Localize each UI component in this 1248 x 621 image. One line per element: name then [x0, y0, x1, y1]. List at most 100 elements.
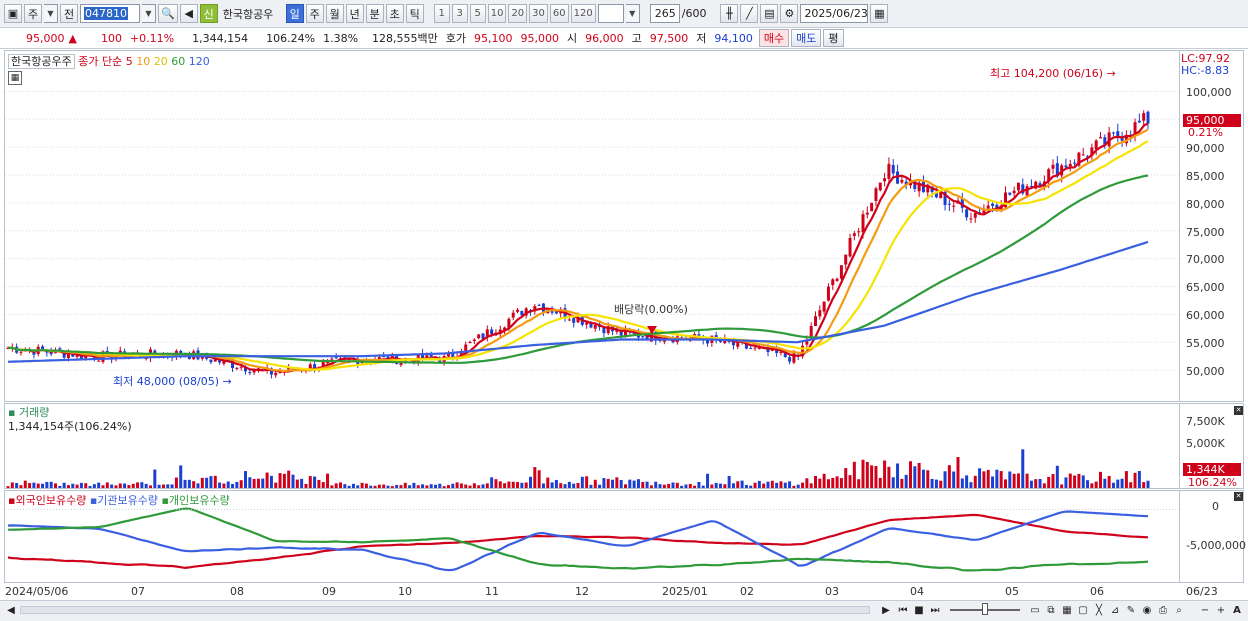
low-label: 저 [696, 32, 707, 45]
change-value: 100 [100, 31, 122, 45]
price-value: 95,000 [26, 31, 65, 45]
x-label: 06 [1090, 585, 1104, 598]
window-icon[interactable]: ▢ [1076, 603, 1090, 617]
search-icon[interactable]: 🔍 [158, 4, 178, 23]
candle-style-icon[interactable]: ╫ [720, 4, 739, 23]
hoga-label: 호가 [445, 32, 467, 45]
volume-value: 1,344,154 [192, 31, 249, 45]
x-label: 10 [398, 585, 412, 598]
zoom-slider-handle[interactable] [982, 603, 988, 615]
quick-1-button[interactable]: 1 [433, 4, 450, 23]
stock-name-field: 한국항공우 [222, 7, 274, 21]
quick-custom-input[interactable] [597, 4, 624, 23]
panel-close-icon[interactable]: ✕ [1234, 406, 1243, 415]
grid-icon[interactable]: ▦ [1060, 603, 1074, 617]
first-page-icon[interactable]: ⏮ [896, 603, 910, 617]
low-value: 94,100 [714, 31, 753, 45]
holders-legend: ▪외국인보유수량 ▪기관보유수량 ▪개인보유수량 [8, 492, 230, 508]
plus-icon[interactable]: + [1214, 603, 1228, 617]
quick-3-button[interactable]: 3 [451, 4, 468, 23]
period-year-button[interactable]: 년 [345, 4, 364, 23]
mode-select[interactable]: 전 [60, 4, 78, 23]
type-select[interactable]: 주 [24, 4, 42, 23]
current-pct-tag: 0.21% [1188, 126, 1223, 139]
volume-value-label: 1,344,154주(106.24%) [8, 420, 132, 433]
x-label: 03 [825, 585, 839, 598]
y-label: 80,000 [1186, 198, 1225, 211]
volume-chart-panel[interactable] [4, 403, 1180, 489]
y-label: 50,000 [1186, 365, 1225, 378]
stock-code-input[interactable]: 047810 [80, 4, 140, 23]
line-tool-icon[interactable]: ╳ [1092, 603, 1106, 617]
period-day-button[interactable]: 일 [285, 4, 304, 23]
quick-20-button[interactable]: 20 [508, 4, 528, 23]
period-second-button[interactable]: 초 [385, 4, 404, 23]
gear-icon[interactable]: ⚙ [780, 4, 799, 23]
date-input[interactable]: 2025/06/23 [800, 4, 869, 23]
volume-pct: 106.24% [266, 31, 316, 45]
period-minute-button[interactable]: 분 [365, 4, 384, 23]
last-page-icon[interactable]: ⏭ [928, 603, 942, 617]
avg-button[interactable]: 평 [823, 29, 844, 47]
period-month-button[interactable]: 월 [325, 4, 344, 23]
turnover-value: 1.38% [323, 31, 359, 45]
ma10-legend: 10 [136, 55, 151, 68]
price-chart-panel[interactable] [4, 50, 1180, 402]
amount-value: 128,555백만 [372, 32, 438, 45]
minus-icon[interactable]: − [1198, 603, 1212, 617]
font-size-icon[interactable]: A [1230, 603, 1244, 617]
price-legend: 한국항공우주 종가 단순 5 10 20 60 120 [8, 53, 210, 69]
vol-y-label: 7,500K [1186, 415, 1225, 428]
scroll-left-icon[interactable]: ◀ [4, 603, 18, 617]
sell-button[interactable]: 매도 [791, 29, 822, 47]
scroll-right-icon[interactable]: ▶ [879, 603, 893, 617]
text-tool-icon[interactable]: ✎ [1124, 603, 1138, 617]
bid-value: 95,000 [520, 31, 560, 45]
y-label: 70,000 [1186, 253, 1225, 266]
quick-5-button[interactable]: 5 [469, 4, 486, 23]
code-dropdown-icon[interactable]: ▼ [142, 4, 156, 23]
chevron-down-icon[interactable]: ▼ [44, 4, 58, 23]
table-toggle-icon[interactable]: ▦ [8, 71, 22, 85]
period-week-button[interactable]: 주 [305, 4, 324, 23]
layout-icon[interactable]: ▭ [1028, 603, 1042, 617]
new-badge: 신 [199, 4, 218, 23]
toolbar: ▣ 주 ▼ 전 047810 ▼ 🔍 ◀ 신 한국항공우 일 주 월 년 분 초… [0, 0, 1248, 28]
min-annotation: 최저 48,000 (08/05) → [113, 375, 232, 388]
foreign-legend: ▪외국인보유수량 [8, 494, 87, 507]
zoom-out-magnifier-icon[interactable]: ⌕ [1172, 603, 1186, 617]
split-icon[interactable]: ⧉ [1044, 603, 1058, 617]
period-tick-button[interactable]: 틱 [405, 4, 424, 23]
buy-button[interactable]: 매수 [758, 29, 790, 47]
y-label: 90,000 [1186, 142, 1225, 155]
y-label: 60,000 [1186, 309, 1225, 322]
quick-10-button[interactable]: 10 [487, 4, 507, 23]
ma20-legend: 20 [153, 55, 168, 68]
x-label: 04 [910, 585, 924, 598]
stop-icon[interactable]: ■ [912, 603, 926, 617]
legend-prefix: 종가 단순 [78, 55, 123, 68]
save-icon[interactable]: ▤ [760, 4, 779, 23]
horizontal-scrollbar[interactable] [20, 606, 870, 614]
high-value: 97,500 [649, 31, 689, 45]
print-icon[interactable]: ⎙ [1156, 603, 1170, 617]
draw-line-icon[interactable]: ╱ [740, 4, 759, 23]
count-max-label: /600 [681, 7, 707, 20]
camera-icon[interactable]: ◉ [1140, 603, 1154, 617]
dividend-marker-icon [647, 326, 657, 334]
quick-120-button[interactable]: 120 [570, 4, 596, 23]
institution-legend: ▪기관보유수량 [89, 494, 159, 507]
quick-60-button[interactable]: 60 [549, 4, 569, 23]
x-label: 2025/01 [662, 585, 708, 598]
quote-bar: 95,000 ▲ 100 +0.11% 1,344,154 106.24% 1.… [0, 28, 1248, 49]
sound-icon[interactable]: ◀ [179, 4, 198, 23]
window-icon[interactable]: ▣ [4, 4, 22, 23]
ask-value: 95,100 [474, 31, 513, 45]
calendar-icon[interactable]: ▦ [870, 4, 889, 23]
quick-dropdown-icon[interactable]: ▼ [625, 4, 640, 23]
fibonacci-icon[interactable]: ⊿ [1108, 603, 1122, 617]
panel-close-icon[interactable]: ✕ [1234, 492, 1243, 501]
count-input[interactable]: 265 [649, 4, 680, 23]
quick-30-button[interactable]: 30 [529, 4, 548, 23]
ma120-legend: 120 [188, 55, 210, 68]
